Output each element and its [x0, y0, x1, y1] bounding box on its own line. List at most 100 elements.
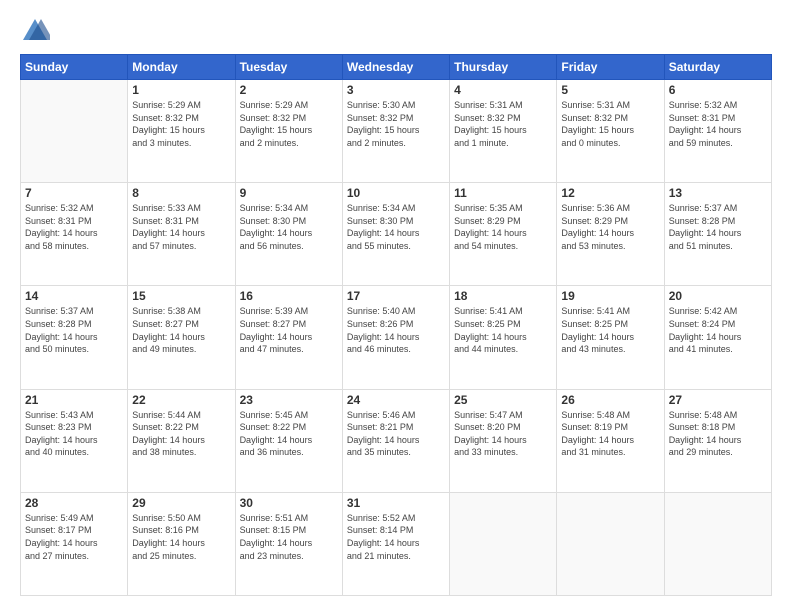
calendar-cell: 12 Sunrise: 5:36 AM Sunset: 8:29 PM Dayli…	[557, 183, 664, 286]
day-info: Sunrise: 5:44 AM Sunset: 8:22 PM Dayligh…	[132, 409, 230, 459]
calendar-cell: 31 Sunrise: 5:52 AM Sunset: 8:14 PM Dayli…	[342, 492, 449, 595]
calendar-header-row: SundayMondayTuesdayWednesdayThursdayFrid…	[21, 55, 772, 80]
day-info: Sunrise: 5:42 AM Sunset: 8:24 PM Dayligh…	[669, 305, 767, 355]
day-info: Sunrise: 5:40 AM Sunset: 8:26 PM Dayligh…	[347, 305, 445, 355]
day-info: Sunrise: 5:37 AM Sunset: 8:28 PM Dayligh…	[669, 202, 767, 252]
day-number: 9	[240, 186, 338, 200]
calendar-cell: 7Sunrise: 5:32 AM Sunset: 8:31 PM Daylig…	[21, 183, 128, 286]
day-info: Sunrise: 5:34 AM Sunset: 8:30 PM Dayligh…	[240, 202, 338, 252]
calendar-week-4: 21Sunrise: 5:43 AM Sunset: 8:23 PM Dayli…	[21, 389, 772, 492]
calendar-cell: 16 Sunrise: 5:39 AM Sunset: 8:27 PM Dayli…	[235, 286, 342, 389]
day-info: Sunrise: 5:29 AM Sunset: 8:32 PM Dayligh…	[132, 99, 230, 149]
day-number: 23	[240, 393, 338, 407]
day-number: 29	[132, 496, 230, 510]
day-info: Sunrise: 5:38 AM Sunset: 8:27 PM Dayligh…	[132, 305, 230, 355]
calendar-table: SundayMondayTuesdayWednesdayThursdayFrid…	[20, 54, 772, 596]
calendar-cell	[557, 492, 664, 595]
day-number: 4	[454, 83, 552, 97]
day-number: 15	[132, 289, 230, 303]
day-info: Sunrise: 5:50 AM Sunset: 8:16 PM Dayligh…	[132, 512, 230, 562]
day-number: 31	[347, 496, 445, 510]
calendar-cell: 6 Sunrise: 5:32 AM Sunset: 8:31 PM Daylig…	[664, 80, 771, 183]
calendar-cell: 3 Sunrise: 5:30 AM Sunset: 8:32 PM Daylig…	[342, 80, 449, 183]
calendar-cell: 8 Sunrise: 5:33 AM Sunset: 8:31 PM Daylig…	[128, 183, 235, 286]
calendar-cell: 1Sunrise: 5:29 AM Sunset: 8:32 PM Daylig…	[128, 80, 235, 183]
day-number: 8	[132, 186, 230, 200]
day-number: 5	[561, 83, 659, 97]
calendar-cell: 22 Sunrise: 5:44 AM Sunset: 8:22 PM Dayli…	[128, 389, 235, 492]
calendar-cell: 20 Sunrise: 5:42 AM Sunset: 8:24 PM Dayli…	[664, 286, 771, 389]
day-number: 30	[240, 496, 338, 510]
calendar-cell: 23 Sunrise: 5:45 AM Sunset: 8:22 PM Dayli…	[235, 389, 342, 492]
day-info: Sunrise: 5:46 AM Sunset: 8:21 PM Dayligh…	[347, 409, 445, 459]
header	[20, 16, 772, 46]
calendar-cell: 9 Sunrise: 5:34 AM Sunset: 8:30 PM Daylig…	[235, 183, 342, 286]
day-header-sunday: Sunday	[21, 55, 128, 80]
day-number: 24	[347, 393, 445, 407]
day-info: Sunrise: 5:29 AM Sunset: 8:32 PM Dayligh…	[240, 99, 338, 149]
day-header-saturday: Saturday	[664, 55, 771, 80]
calendar-cell: 2 Sunrise: 5:29 AM Sunset: 8:32 PM Daylig…	[235, 80, 342, 183]
day-number: 16	[240, 289, 338, 303]
day-number: 3	[347, 83, 445, 97]
day-info: Sunrise: 5:41 AM Sunset: 8:25 PM Dayligh…	[454, 305, 552, 355]
day-info: Sunrise: 5:52 AM Sunset: 8:14 PM Dayligh…	[347, 512, 445, 562]
day-header-thursday: Thursday	[450, 55, 557, 80]
day-info: Sunrise: 5:33 AM Sunset: 8:31 PM Dayligh…	[132, 202, 230, 252]
day-number: 20	[669, 289, 767, 303]
day-header-monday: Monday	[128, 55, 235, 80]
calendar-cell: 27Sunrise: 5:48 AM Sunset: 8:18 PM Dayli…	[664, 389, 771, 492]
calendar-cell: 15 Sunrise: 5:38 AM Sunset: 8:27 PM Dayli…	[128, 286, 235, 389]
day-header-tuesday: Tuesday	[235, 55, 342, 80]
calendar-cell: 11Sunrise: 5:35 AM Sunset: 8:29 PM Dayli…	[450, 183, 557, 286]
day-number: 26	[561, 393, 659, 407]
day-info: Sunrise: 5:41 AM Sunset: 8:25 PM Dayligh…	[561, 305, 659, 355]
logo	[20, 16, 54, 46]
day-number: 17	[347, 289, 445, 303]
calendar-cell: 30 Sunrise: 5:51 AM Sunset: 8:15 PM Dayli…	[235, 492, 342, 595]
calendar-cell	[21, 80, 128, 183]
day-number: 12	[561, 186, 659, 200]
day-info: Sunrise: 5:37 AM Sunset: 8:28 PM Dayligh…	[25, 305, 123, 355]
calendar-week-1: 1Sunrise: 5:29 AM Sunset: 8:32 PM Daylig…	[21, 80, 772, 183]
day-info: Sunrise: 5:36 AM Sunset: 8:29 PM Dayligh…	[561, 202, 659, 252]
calendar-cell: 10 Sunrise: 5:34 AM Sunset: 8:30 PM Dayli…	[342, 183, 449, 286]
day-info: Sunrise: 5:43 AM Sunset: 8:23 PM Dayligh…	[25, 409, 123, 459]
calendar-cell: 28 Sunrise: 5:49 AM Sunset: 8:17 PM Dayli…	[21, 492, 128, 595]
day-info: Sunrise: 5:45 AM Sunset: 8:22 PM Dayligh…	[240, 409, 338, 459]
day-info: Sunrise: 5:31 AM Sunset: 8:32 PM Dayligh…	[454, 99, 552, 149]
calendar-cell: 17 Sunrise: 5:40 AM Sunset: 8:26 PM Dayli…	[342, 286, 449, 389]
day-info: Sunrise: 5:30 AM Sunset: 8:32 PM Dayligh…	[347, 99, 445, 149]
calendar-cell: 26Sunrise: 5:48 AM Sunset: 8:19 PM Dayli…	[557, 389, 664, 492]
page: SundayMondayTuesdayWednesdayThursdayFrid…	[0, 0, 792, 612]
day-number: 10	[347, 186, 445, 200]
day-info: Sunrise: 5:51 AM Sunset: 8:15 PM Dayligh…	[240, 512, 338, 562]
calendar-cell: 25 Sunrise: 5:47 AM Sunset: 8:20 PM Dayli…	[450, 389, 557, 492]
day-info: Sunrise: 5:35 AM Sunset: 8:29 PM Dayligh…	[454, 202, 552, 252]
day-number: 22	[132, 393, 230, 407]
day-number: 25	[454, 393, 552, 407]
day-number: 18	[454, 289, 552, 303]
day-info: Sunrise: 5:34 AM Sunset: 8:30 PM Dayligh…	[347, 202, 445, 252]
day-number: 6	[669, 83, 767, 97]
day-number: 13	[669, 186, 767, 200]
day-info: Sunrise: 5:32 AM Sunset: 8:31 PM Dayligh…	[669, 99, 767, 149]
calendar-cell: 5 Sunrise: 5:31 AM Sunset: 8:32 PM Daylig…	[557, 80, 664, 183]
day-info: Sunrise: 5:49 AM Sunset: 8:17 PM Dayligh…	[25, 512, 123, 562]
day-info: Sunrise: 5:47 AM Sunset: 8:20 PM Dayligh…	[454, 409, 552, 459]
day-number: 27	[669, 393, 767, 407]
day-info: Sunrise: 5:32 AM Sunset: 8:31 PM Dayligh…	[25, 202, 123, 252]
day-info: Sunrise: 5:31 AM Sunset: 8:32 PM Dayligh…	[561, 99, 659, 149]
calendar-cell: 19 Sunrise: 5:41 AM Sunset: 8:25 PM Dayli…	[557, 286, 664, 389]
calendar-cell	[450, 492, 557, 595]
calendar-week-3: 14 Sunrise: 5:37 AM Sunset: 8:28 PM Dayli…	[21, 286, 772, 389]
calendar-cell	[664, 492, 771, 595]
day-number: 19	[561, 289, 659, 303]
calendar-cell: 18 Sunrise: 5:41 AM Sunset: 8:25 PM Dayli…	[450, 286, 557, 389]
calendar-cell: 4 Sunrise: 5:31 AM Sunset: 8:32 PM Daylig…	[450, 80, 557, 183]
day-number: 14	[25, 289, 123, 303]
day-info: Sunrise: 5:39 AM Sunset: 8:27 PM Dayligh…	[240, 305, 338, 355]
day-number: 28	[25, 496, 123, 510]
logo-icon	[20, 16, 50, 46]
day-number: 2	[240, 83, 338, 97]
